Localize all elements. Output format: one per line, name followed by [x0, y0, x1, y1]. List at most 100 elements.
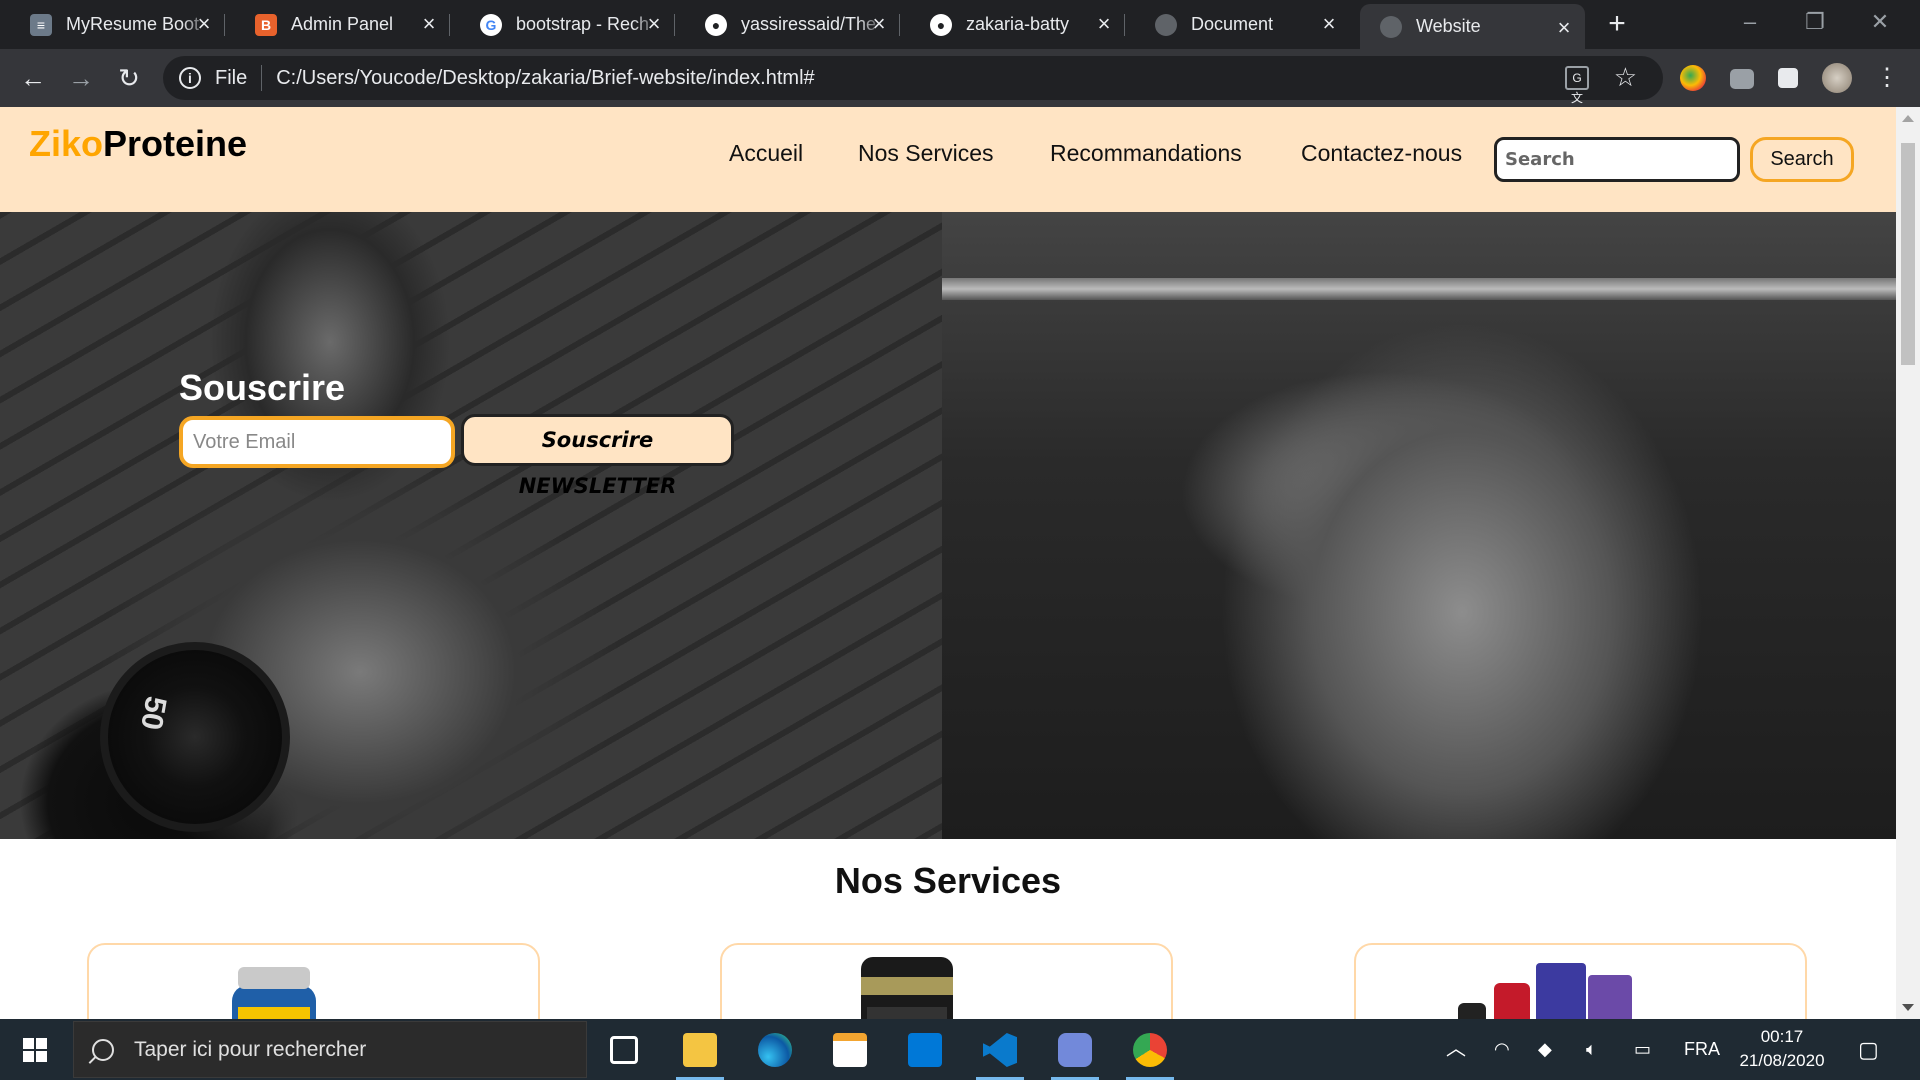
close-tab-icon[interactable]: ×: [418, 13, 440, 35]
tab-title: Website: [1416, 16, 1481, 36]
site-info-icon[interactable]: i: [179, 67, 201, 89]
battery-icon[interactable]: ▭: [1634, 1019, 1651, 1080]
taskbar-clock[interactable]: 00:17 21/08/2020: [1732, 1025, 1832, 1073]
extension-color-icon[interactable]: [1680, 65, 1706, 91]
globe-favicon-icon: [1380, 15, 1402, 38]
close-window-icon[interactable]: ✕: [1850, 0, 1910, 44]
tab-title: bootstrap - Rech: [516, 14, 650, 34]
logo-text: Proteine: [103, 123, 248, 164]
tab-title: zakaria-batty: [966, 14, 1070, 34]
taskbar-search-placeholder: Taper ici pour rechercher: [134, 1037, 367, 1061]
menu-kebab-icon[interactable]: ⋮: [1872, 63, 1902, 93]
minimize-icon[interactable]: –: [1720, 0, 1780, 44]
scroll-down-arrow-icon[interactable]: [1902, 1004, 1914, 1011]
tab-yassiressaid[interactable]: ● yassiressaid/The ×: [675, 0, 900, 49]
globe-favicon-icon: [1155, 13, 1177, 36]
supplements-pack-image: [1458, 963, 1632, 1019]
page-scrollbar[interactable]: [1896, 107, 1920, 1019]
bootstrap-favicon-icon: B: [255, 13, 277, 36]
address-bar[interactable]: i File C:/Users/Youcode/Desktop/zakaria/…: [163, 56, 1663, 105]
page-viewport: ZikoProteine Accueil Nos Services Recomm…: [0, 107, 1896, 1019]
tray-app-icon[interactable]: ◆: [1538, 1019, 1552, 1080]
hero-image-woman-pullup: [942, 212, 1896, 839]
chrome-icon[interactable]: [1133, 1033, 1167, 1067]
show-hidden-icons-chevron-icon[interactable]: ︿: [1446, 1019, 1466, 1080]
close-tab-icon[interactable]: ×: [1553, 17, 1575, 39]
protein-tub-image: [232, 967, 316, 1019]
tab-zakaria-batty[interactable]: ● zakaria-batty ×: [900, 0, 1125, 49]
profile-avatar[interactable]: [1822, 63, 1852, 93]
dumbbell-weight-label: 50: [134, 693, 173, 733]
extensions-puzzle-icon[interactable]: [1778, 68, 1798, 88]
vscode-icon[interactable]: [983, 1033, 1017, 1067]
hero-banner: 50 Souscrire Votre Email Souscrire NEWSL…: [0, 212, 1896, 839]
url-text[interactable]: C:/Users/Youcode/Desktop/zakaria/Brief-w…: [276, 67, 814, 90]
nav-recommandations[interactable]: Recommandations: [1050, 140, 1242, 167]
wifi-icon[interactable]: ◠: [1494, 1019, 1510, 1080]
clock-date: 21/08/2020: [1739, 1051, 1825, 1070]
github-favicon-icon: ●: [705, 13, 727, 36]
service-card-3[interactable]: [1354, 943, 1807, 1019]
clock-time: 00:17: [1760, 1027, 1804, 1046]
camera-extension-icon[interactable]: [1730, 69, 1754, 89]
back-arrow-icon[interactable]: ←: [18, 63, 48, 93]
volume-icon[interactable]: 🔈︎: [1586, 1019, 1597, 1080]
search-icon: [92, 1038, 114, 1061]
logo-accent-text: Ziko: [29, 123, 104, 164]
file-explorer-icon[interactable]: [683, 1033, 717, 1067]
close-tab-icon[interactable]: ×: [193, 13, 215, 35]
windows-taskbar: Taper ici pour rechercher ︿ ◠ ◆ 🔈︎ ▭ FRA…: [0, 1019, 1920, 1080]
tab-strip: ≡ MyResume Boot × B Admin Panel × G boot…: [0, 0, 1920, 49]
reload-icon[interactable]: ↻: [114, 63, 144, 93]
site-header: ZikoProteine Accueil Nos Services Recomm…: [0, 107, 1896, 212]
browser-toolbar: ← → ↻ i File C:/Users/Youcode/Desktop/za…: [0, 49, 1920, 107]
newsletter-subscribe-button[interactable]: Souscrire NEWSLETTER: [461, 414, 734, 498]
divider: [261, 65, 263, 91]
mail-icon[interactable]: [908, 1033, 942, 1067]
bookmark-star-icon[interactable]: ☆: [1614, 62, 1637, 93]
tab-bootstrap-search[interactable]: G bootstrap - Rech ×: [450, 0, 675, 49]
tab-website[interactable]: Website ×: [1360, 4, 1585, 49]
restore-icon[interactable]: ❐: [1785, 0, 1845, 44]
discord-icon[interactable]: [1058, 1033, 1092, 1067]
dumbbell-image: 50: [100, 642, 290, 832]
close-tab-icon[interactable]: ×: [1318, 13, 1340, 35]
action-center-icon[interactable]: ▢: [1858, 1019, 1879, 1080]
tab-document[interactable]: Document ×: [1125, 0, 1350, 49]
services-heading: Nos Services: [834, 860, 1062, 901]
search-button[interactable]: Search: [1750, 137, 1854, 182]
tab-myresume[interactable]: ≡ MyResume Boot ×: [0, 0, 225, 49]
github-favicon-icon: ●: [930, 13, 952, 36]
translate-icon[interactable]: G文: [1565, 66, 1589, 105]
taskbar-search-box[interactable]: Taper ici pour rechercher: [73, 1021, 587, 1078]
close-tab-icon[interactable]: ×: [868, 13, 890, 35]
tab-admin-panel[interactable]: B Admin Panel ×: [225, 0, 450, 49]
scrollbar-thumb[interactable]: [1901, 143, 1915, 365]
close-tab-icon[interactable]: ×: [643, 13, 665, 35]
resume-favicon-icon: ≡: [30, 13, 52, 36]
microsoft-store-icon[interactable]: [833, 1033, 867, 1067]
language-indicator[interactable]: FRA: [1684, 1019, 1720, 1080]
hero-image-woman-dumbbell: 50: [0, 212, 942, 839]
nav-accueil[interactable]: Accueil: [729, 140, 803, 167]
site-logo[interactable]: ZikoProteine: [29, 123, 247, 165]
mass-gainer-image: [861, 957, 953, 1019]
pullup-bar-image: [942, 278, 1896, 300]
tab-title: Document: [1191, 14, 1274, 34]
windows-start-icon[interactable]: [23, 1038, 47, 1062]
service-card-2[interactable]: [720, 943, 1173, 1019]
search-input[interactable]: Search: [1494, 137, 1740, 182]
close-tab-icon[interactable]: ×: [1093, 13, 1115, 35]
tab-title: MyResume Boot: [66, 14, 200, 34]
edge-browser-icon[interactable]: [758, 1033, 792, 1067]
google-favicon-icon: G: [480, 13, 502, 36]
nav-nos-services[interactable]: Nos Services: [858, 140, 993, 167]
task-view-icon[interactable]: [610, 1036, 638, 1064]
forward-arrow-icon[interactable]: →: [66, 63, 96, 93]
nav-contactez-nous[interactable]: Contactez-nous: [1301, 140, 1462, 167]
email-field[interactable]: Votre Email: [179, 416, 455, 468]
tab-title: Admin Panel: [291, 14, 394, 34]
scroll-up-arrow-icon[interactable]: [1902, 115, 1914, 122]
service-card-1[interactable]: [87, 943, 540, 1019]
new-tab-button[interactable]: +: [1602, 9, 1632, 40]
